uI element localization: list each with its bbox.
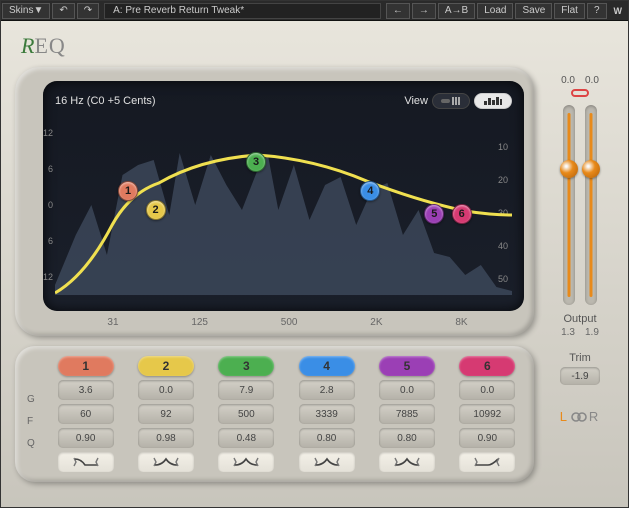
band-column-3: 3 7.9 500 0.48 [210,356,283,472]
band-freq-1[interactable]: 60 [58,404,114,424]
eq-band-node-1[interactable]: 1 [118,181,138,201]
eq-band-node-4[interactable]: 4 [360,181,380,201]
band-shape-4[interactable] [299,452,355,472]
band-q-5[interactable]: 0.80 [379,428,435,448]
plugin-body: REQ 16 Hz (C0 +5 Cents) View [1,21,628,507]
view-mode-2-button[interactable] [474,93,512,109]
band-freq-2[interactable]: 92 [138,404,194,424]
ab-compare-button[interactable]: A→B [438,3,475,19]
band-shape-1[interactable] [58,452,114,472]
output-label: Output [563,313,596,325]
link-loop-icon [571,411,587,423]
band-gain-2[interactable]: 0.0 [138,380,194,400]
band-shape-3[interactable] [218,452,274,472]
band-gain-1[interactable]: 3.6 [58,380,114,400]
band-gain-3[interactable]: 7.9 [218,380,274,400]
band-q-2[interactable]: 0.98 [138,428,194,448]
band-controls-panel: G F Q 1 3.6 60 0.90 2 0.0 92 0.98 3 7.9 500 0.48 4 2.… [15,346,534,482]
flat-button[interactable]: Flat [554,3,585,19]
plugin-title: REQ [21,33,614,59]
prev-preset-button[interactable]: ← [386,3,410,19]
band-select-5[interactable]: 5 [379,356,435,376]
band-select-3[interactable]: 3 [218,356,274,376]
spectrum-svg [55,115,512,295]
eq-band-node-5[interactable]: 5 [424,204,444,224]
band-select-1[interactable]: 1 [58,356,114,376]
load-button[interactable]: Load [477,3,513,19]
band-column-2: 2 0.0 92 0.98 [129,356,202,472]
undo-button[interactable]: ↶ [52,3,74,19]
band-shape-6[interactable] [459,452,515,472]
lr-indicator: LR [560,409,601,424]
link-indicator[interactable] [571,89,589,97]
x-axis-labels: 311255002K8K [51,311,524,330]
band-column-6: 6 0.0 10992 0.90 [451,356,524,472]
slider-thumb-right[interactable] [582,160,600,178]
row-labels: G F Q [27,394,35,449]
y-axis-left: 1260612 [35,115,53,295]
top-toolbar: Skins ▼ ↶ ↷ A: Pre Reverb Return Tweak* … [1,1,628,21]
output-slider-left[interactable] [563,105,575,305]
view-label: View [404,95,428,107]
eq-graph-panel: 16 Hz (C0 +5 Cents) View [15,67,534,336]
band-select-6[interactable]: 6 [459,356,515,376]
band-freq-3[interactable]: 500 [218,404,274,424]
preset-name-field[interactable]: A: Pre Reverb Return Tweak* [104,3,381,19]
view-mode-1-button[interactable] [432,93,470,109]
band-select-4[interactable]: 4 [299,356,355,376]
band-shape-5[interactable] [379,452,435,472]
waves-logo: W [608,6,629,16]
band-column-4: 4 2.8 3339 0.80 [290,356,363,472]
output-db-left: 0.0 [561,75,575,86]
band-freq-4[interactable]: 3339 [299,404,355,424]
band-gain-5[interactable]: 0.0 [379,380,435,400]
band-gain-6[interactable]: 0.0 [459,380,515,400]
save-button[interactable]: Save [515,3,552,19]
eq-graph[interactable]: 16 Hz (C0 +5 Cents) View [43,81,524,311]
eq-curve-area[interactable]: 1260612 1020304050 123456 [55,115,512,295]
frequency-readout: 16 Hz (C0 +5 Cents) [55,95,156,107]
output-slider-right[interactable] [585,105,597,305]
band-column-1: 1 3.6 60 0.90 [49,356,122,472]
band-freq-6[interactable]: 10992 [459,404,515,424]
band-gain-4[interactable]: 2.8 [299,380,355,400]
band-select-2[interactable]: 2 [138,356,194,376]
output-db-right: 0.0 [585,75,599,86]
band-column-5: 5 0.0 7885 0.80 [370,356,443,472]
eq-band-node-3[interactable]: 3 [246,152,266,172]
help-button[interactable]: ? [587,3,607,19]
band-q-1[interactable]: 0.90 [58,428,114,448]
output-val-right[interactable]: 1.9 [585,327,599,338]
redo-button[interactable]: ↷ [77,3,99,19]
band-q-4[interactable]: 0.80 [299,428,355,448]
eq-band-node-6[interactable]: 6 [452,204,472,224]
band-freq-5[interactable]: 7885 [379,404,435,424]
eq-band-node-2[interactable]: 2 [146,200,166,220]
skins-dropdown[interactable]: Skins ▼ [2,3,50,19]
slider-thumb-left[interactable] [560,160,578,178]
band-q-6[interactable]: 0.90 [459,428,515,448]
next-preset-button[interactable]: → [412,3,436,19]
output-section: 0.0 0.0 Output [546,75,614,424]
band-q-3[interactable]: 0.48 [218,428,274,448]
band-shape-2[interactable] [138,452,194,472]
output-val-left[interactable]: 1.3 [561,327,575,338]
trim-value[interactable]: -1.9 [560,367,600,385]
trim-label: Trim [569,352,591,364]
plugin-window: Skins ▼ ↶ ↷ A: Pre Reverb Return Tweak* … [0,0,629,508]
